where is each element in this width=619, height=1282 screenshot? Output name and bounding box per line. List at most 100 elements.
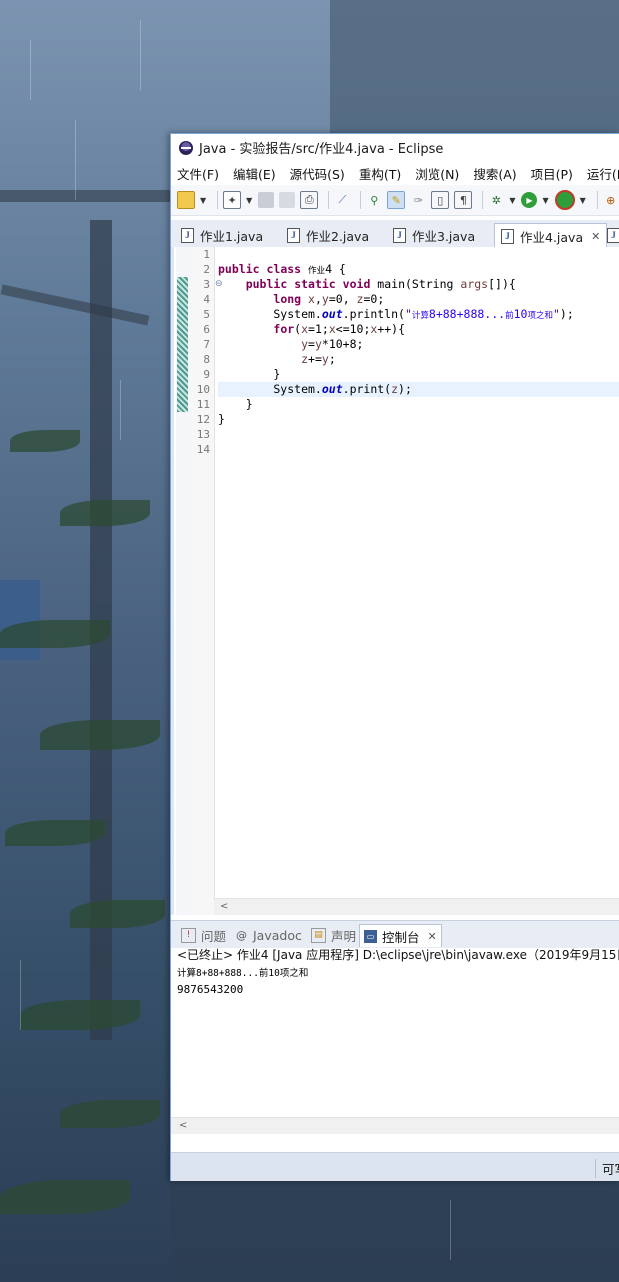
menu-project[interactable]: 项目(P): [531, 164, 573, 183]
code-line: }: [218, 367, 281, 381]
scroll-left-icon[interactable]: <: [220, 901, 228, 912]
tab-label: 作业3.java: [412, 228, 476, 244]
chevron-down-icon[interactable]: ▼: [542, 196, 548, 205]
line-number: 14: [196, 443, 210, 456]
chevron-down-icon[interactable]: ▼: [580, 196, 586, 205]
line-number: 5: [203, 308, 210, 321]
code-line: z+=y;: [301, 352, 336, 366]
code-line: for(x=1;x<=10;x++){: [273, 322, 406, 336]
editor-tab-bar: J 作业1.java J 作业2.java J 作业3.java J 作业4.j…: [171, 220, 619, 248]
window-title: Java - 实验报告/src/作业4.java - Eclipse: [199, 142, 444, 157]
toolbar-separator: [596, 191, 598, 209]
line-number: 11: [196, 398, 210, 411]
line-number: 8: [203, 353, 210, 366]
line-number: 1: [203, 248, 210, 261]
scroll-left-icon[interactable]: <: [179, 1120, 187, 1131]
java-file-icon: J: [607, 227, 619, 243]
save-all-icon[interactable]: [279, 192, 296, 208]
menu-refactor[interactable]: 重构(T): [359, 164, 401, 183]
tab-javadoc[interactable]: @ Javadoc: [231, 924, 306, 946]
tab-console[interactable]: ▭ 控制台 ✕: [359, 924, 442, 947]
tab-label: 作业4.java: [520, 229, 584, 245]
toggle-breakpoint-icon[interactable]: ⟋: [334, 192, 350, 208]
toolbar: ▼ ✦ ▼ ⎙ ⟋ ⚲ ✎ ✑ ▯ ¶ ✲ ▼ ▶ ▼ ▼ ⊕: [171, 185, 619, 216]
java-file-icon: J: [287, 227, 300, 243]
java-file-icon: J: [181, 227, 194, 243]
close-icon[interactable]: ✕: [591, 230, 600, 243]
tab-declaration[interactable]: ▤ 声明: [307, 924, 360, 946]
tab-label: 作业1.java: [200, 228, 264, 244]
menu-source[interactable]: 源代码(S): [290, 164, 345, 183]
new-wizard-icon[interactable]: [177, 191, 195, 209]
line-number: 4: [203, 293, 210, 306]
editor-horizontal-scrollbar[interactable]: <: [214, 898, 619, 915]
mark-occurrences-icon[interactable]: ✑: [410, 192, 426, 208]
tab-label: 控制台: [382, 929, 420, 945]
highlight-icon[interactable]: ✎: [387, 191, 406, 209]
java-file-icon: J: [501, 228, 514, 244]
tab-label: Javadoc: [253, 927, 302, 943]
code-line: long x,y=0, z=0;: [273, 292, 385, 306]
toolbar-separator: [217, 191, 219, 209]
tab-label: 作业2.java: [306, 228, 370, 244]
new-java-icon[interactable]: ✦: [223, 191, 242, 209]
search-icon[interactable]: ⚲: [366, 192, 382, 208]
open-perspective-icon[interactable]: ⊕: [603, 192, 619, 208]
tab-zuoye1[interactable]: J 作业1.java: [175, 223, 269, 247]
tab-zuoye3[interactable]: J 作业3.java: [387, 223, 481, 247]
console-horizontal-scrollbar[interactable]: <: [171, 1117, 619, 1134]
code-area[interactable]: public class 作业4 { public static void ma…: [218, 247, 619, 915]
run-external-icon[interactable]: [554, 190, 575, 210]
menu-file[interactable]: 文件(F): [177, 164, 219, 183]
console-tab-bar: ! 问题 @ Javadoc ▤ 声明 ▭ 控制台 ✕: [171, 920, 619, 949]
chevron-down-icon[interactable]: ▼: [509, 196, 515, 205]
tab-label: 问题: [201, 928, 227, 944]
code-editor[interactable]: 1 2 3 ⊖ 4 5 6 7 8 9 10 11 12 13 14 publi…: [171, 247, 619, 915]
declaration-icon: ▤: [311, 927, 326, 943]
menu-search[interactable]: 搜索(A): [473, 164, 516, 183]
code-line: System.out.println("计算8+88+888...前10项之和"…: [218, 307, 574, 321]
menu-run[interactable]: 运行(R): [587, 164, 619, 183]
code-line: y=y*10+8;: [301, 337, 364, 351]
chevron-down-icon[interactable]: ▼: [200, 196, 206, 205]
tab-zuoye2[interactable]: J 作业2.java: [281, 223, 375, 247]
chevron-down-icon[interactable]: ▼: [246, 196, 252, 205]
line-number: 2: [203, 263, 210, 276]
tab-overflow[interactable]: J: [601, 223, 619, 247]
toolbar-separator: [328, 191, 330, 209]
line-number: 7: [203, 338, 210, 351]
change-indicator-bar: [177, 277, 188, 412]
tab-zuoye4[interactable]: J 作业4.java ✕: [494, 223, 608, 248]
title-bar[interactable]: Java - 实验报告/src/作业4.java - Eclipse: [171, 134, 619, 161]
console-icon: ▭: [364, 929, 377, 943]
code-line: }: [218, 397, 253, 411]
toolbar-separator: [360, 191, 362, 209]
debug-icon[interactable]: ✲: [488, 192, 504, 208]
problems-icon: !: [181, 927, 196, 943]
line-number: 13: [196, 428, 210, 441]
status-bar: 可写: [171, 1152, 619, 1181]
console-output[interactable]: <已终止> 作业4 [Java 应用程序] D:\eclipse\jre\bin…: [171, 948, 619, 1134]
print-icon[interactable]: ⎙: [300, 191, 319, 209]
line-number: 3: [203, 278, 210, 291]
line-number: 6: [203, 323, 210, 336]
console-output-line: 9876543200: [177, 983, 244, 996]
java-file-icon: J: [393, 227, 406, 243]
line-number: 9: [203, 368, 210, 381]
save-icon[interactable]: [258, 192, 275, 208]
paragraph-icon[interactable]: ¶: [454, 191, 473, 209]
run-icon[interactable]: ▶: [521, 192, 538, 208]
menu-navigate[interactable]: 浏览(N): [415, 164, 459, 183]
code-line: }: [218, 412, 225, 426]
javadoc-icon: @: [236, 928, 247, 942]
toolbar-separator: [482, 191, 484, 209]
menu-edit[interactable]: 编辑(E): [233, 164, 276, 183]
console-header: <已终止> 作业4 [Java 应用程序] D:\eclipse\jre\bin…: [177, 948, 619, 962]
console-output-line: 计算8+88+888...前10项之和: [177, 968, 309, 979]
line-number: 12: [196, 413, 210, 426]
tab-problems[interactable]: ! 问题: [177, 924, 230, 946]
show-whitespace-icon[interactable]: ▯: [431, 191, 450, 209]
line-number-gutter: 1 2 3 ⊖ 4 5 6 7 8 9 10 11 12 13 14: [190, 247, 223, 915]
close-icon[interactable]: ✕: [428, 930, 437, 943]
tab-label: 声明: [331, 928, 357, 944]
